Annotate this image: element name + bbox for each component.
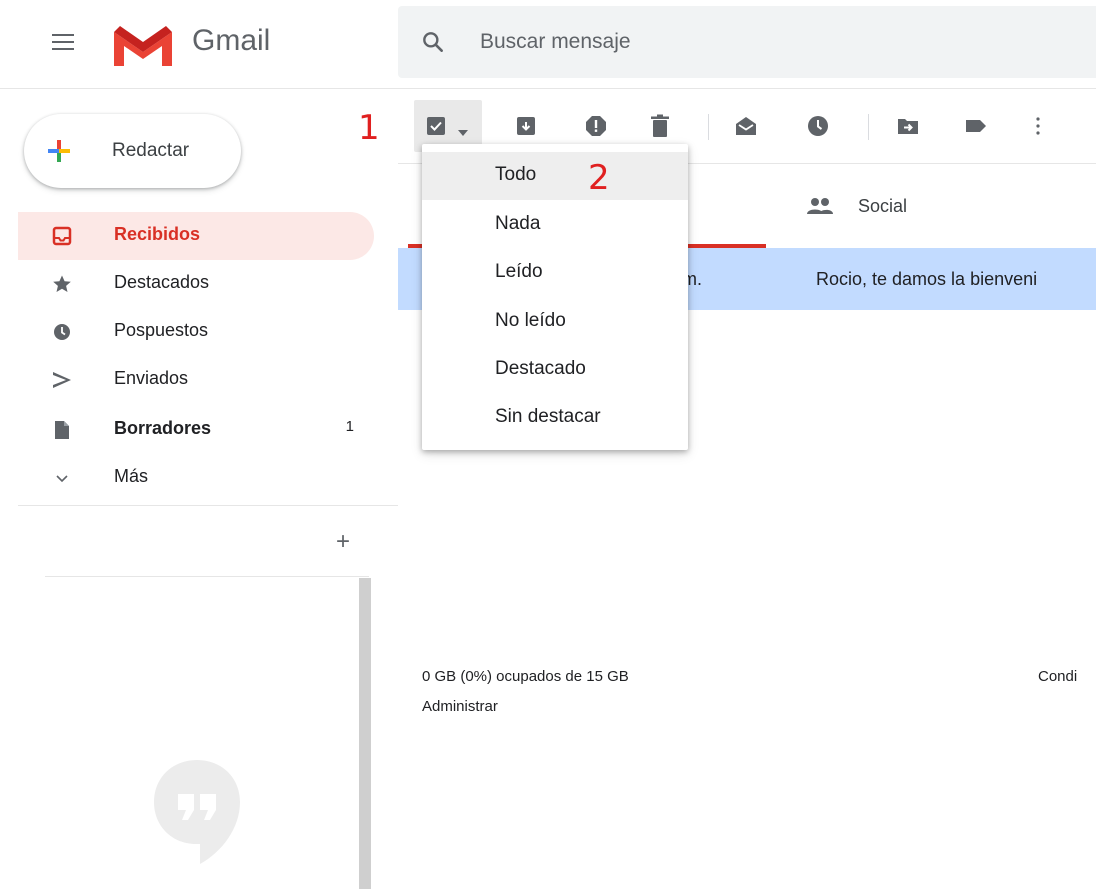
caret-down-icon — [458, 123, 468, 141]
sidebar-item-label: Enviados — [114, 368, 189, 388]
sidebar-item-enviados[interactable]: Enviados — [18, 356, 374, 404]
sidebar-item-label: Recibidos — [114, 224, 201, 244]
report-spam-icon[interactable] — [584, 114, 608, 138]
star-icon — [52, 274, 72, 294]
menu-item-label: Todo — [495, 164, 537, 185]
sidebar-item-label: Destacados — [114, 272, 210, 292]
sidebar-item-label: Pospuestos — [114, 320, 209, 340]
header-divider — [0, 88, 1096, 89]
menu-item-destacado[interactable]: Destacado — [422, 346, 688, 394]
tab-social[interactable]: Social — [766, 168, 1096, 248]
people-icon — [806, 196, 834, 221]
tab-label: Social — [858, 196, 908, 216]
menu-item-sin-destacar[interactable]: Sin destacar — [422, 394, 688, 442]
plus-icon — [46, 138, 72, 164]
compose-label: Redactar — [112, 140, 190, 161]
terms-link[interactable]: Condi — [1038, 668, 1077, 685]
sidebar-item-pospuestos[interactable]: Pospuestos — [18, 308, 374, 356]
archive-icon[interactable] — [514, 114, 538, 138]
select-menu: Todo Nada Leído No leído Destacado Sin d… — [422, 144, 688, 450]
menu-item-label: Sin destacar — [495, 406, 601, 427]
sidebar-item-label: Borradores — [114, 418, 212, 438]
hangouts-divider — [45, 576, 369, 577]
main-menu-icon[interactable] — [52, 34, 74, 52]
label-icon[interactable] — [964, 114, 988, 138]
search-input[interactable]: Buscar mensaje — [480, 30, 631, 54]
chevron-down-icon — [52, 468, 72, 488]
sidebar-item-label: Más — [114, 466, 149, 486]
mark-read-icon[interactable] — [734, 114, 758, 138]
sidebar-scrollbar[interactable] — [359, 578, 371, 889]
storage-usage: 0 GB (0%) ocupados de 15 GB — [422, 668, 629, 685]
app-title: Gmail — [192, 24, 271, 57]
draft-count-badge: 1 — [345, 418, 354, 435]
sidebar-item-mas[interactable]: Más — [18, 454, 374, 502]
compose-button[interactable]: Redactar — [24, 114, 241, 188]
menu-item-nada[interactable]: Nada — [422, 201, 688, 249]
draft-icon — [52, 420, 72, 440]
gmail-logo[interactable] — [112, 22, 174, 68]
search-bar[interactable]: Buscar mensaje — [398, 6, 1096, 78]
checkbox-icon — [426, 116, 446, 141]
menu-item-label: Leído — [495, 261, 543, 282]
sidebar-item-recibidos[interactable]: Recibidos — [18, 212, 374, 260]
send-icon — [52, 370, 72, 390]
move-to-icon[interactable] — [896, 114, 920, 138]
snooze-icon[interactable] — [806, 114, 830, 138]
inbox-icon — [52, 226, 72, 246]
step-annotation-2: 2 — [588, 158, 610, 198]
sidebar-divider — [18, 505, 398, 506]
menu-item-leido[interactable]: Leído — [422, 249, 688, 297]
email-subject: Rocio, te damos la bienveni — [816, 269, 1038, 289]
menu-item-no-leido[interactable]: No leído — [422, 298, 688, 346]
add-label-icon[interactable]: + — [336, 528, 350, 556]
delete-icon[interactable] — [648, 114, 672, 138]
menu-item-label: No leído — [495, 310, 566, 331]
clock-icon — [52, 322, 72, 342]
menu-item-todo[interactable]: Todo — [422, 152, 688, 200]
search-icon[interactable] — [420, 29, 446, 55]
toolbar-separator — [708, 114, 709, 140]
sidebar-item-borradores[interactable]: Borradores 1 — [18, 406, 374, 454]
hangouts-icon — [150, 756, 244, 866]
more-vert-icon[interactable] — [1026, 114, 1050, 138]
step-annotation-1: 1 — [358, 108, 380, 148]
toolbar-separator — [868, 114, 869, 140]
menu-item-label: Destacado — [495, 358, 586, 379]
manage-storage-link[interactable]: Administrar — [422, 698, 498, 715]
sidebar-item-destacados[interactable]: Destacados — [18, 260, 374, 308]
menu-item-label: Nada — [495, 213, 541, 234]
